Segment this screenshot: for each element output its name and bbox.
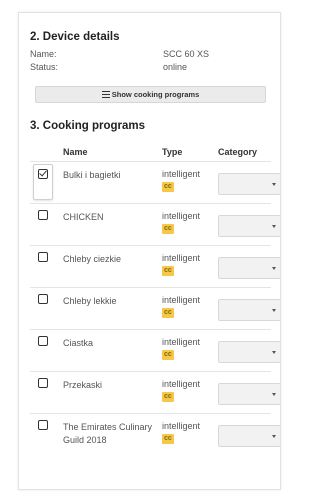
chevron-down-icon — [272, 267, 276, 270]
program-checkbox[interactable] — [33, 248, 53, 284]
program-checkbox[interactable] — [33, 290, 53, 326]
chevron-down-icon — [272, 435, 276, 438]
name-value: SCC 60 XS — [163, 49, 210, 59]
combi-cooking-badge-icon: cc — [162, 266, 174, 276]
status-value: online — [163, 62, 188, 72]
list-icon — [101, 91, 110, 98]
program-type: intelligent cc — [162, 379, 214, 402]
row-divider — [30, 287, 271, 288]
program-type: intelligent cc — [162, 169, 214, 192]
row-divider — [30, 245, 271, 246]
program-name: Chleby lekkie — [63, 296, 117, 306]
category-select[interactable] — [218, 173, 280, 195]
column-header-type: Type — [162, 147, 183, 157]
category-select[interactable] — [218, 383, 280, 405]
program-name: Chleby ciezkie — [63, 254, 122, 264]
combi-cooking-badge-icon: cc — [162, 224, 174, 234]
program-name: Bulki i bagietki — [63, 170, 121, 180]
checkbox-unchecked-icon — [38, 252, 48, 262]
row-divider — [30, 161, 271, 162]
program-type-label: intelligent — [162, 379, 201, 389]
chevron-down-icon — [272, 393, 276, 396]
category-select[interactable] — [218, 257, 280, 279]
category-select[interactable] — [218, 299, 280, 321]
program-name: The Emirates Culinary Guild 2018 — [63, 422, 153, 445]
combi-cooking-badge-icon: cc — [162, 392, 174, 402]
category-select[interactable] — [218, 425, 280, 447]
category-select[interactable] — [218, 341, 280, 363]
program-checkbox[interactable] — [33, 206, 53, 242]
checkbox-checked-icon — [38, 168, 48, 179]
checkbox-unchecked-icon — [38, 210, 48, 220]
status-label: Status: — [30, 62, 59, 72]
program-type-label: intelligent — [162, 169, 201, 179]
program-name: Przekaski — [63, 380, 103, 390]
program-checkbox[interactable] — [33, 332, 53, 368]
row-divider — [30, 413, 271, 414]
column-header-category: Category — [218, 147, 258, 157]
column-header-name: Name — [63, 147, 88, 157]
name-label: Name: — [30, 49, 57, 59]
chevron-down-icon — [272, 225, 276, 228]
cooking-programs-title: 3. Cooking programs — [30, 120, 146, 132]
program-type-label: intelligent — [162, 211, 201, 221]
program-type: intelligent cc — [162, 211, 214, 234]
program-type: intelligent cc — [162, 253, 214, 276]
combi-cooking-badge-icon: cc — [162, 350, 174, 360]
program-type: intelligent cc — [162, 295, 214, 318]
checkbox-unchecked-icon — [38, 336, 48, 346]
program-name: CHICKEN — [63, 212, 104, 222]
chevron-down-icon — [272, 309, 276, 312]
row-divider — [30, 329, 271, 330]
show-cooking-programs-label: Show cooking programs — [111, 90, 200, 99]
combi-cooking-badge-icon: cc — [162, 434, 174, 444]
program-type-label: intelligent — [162, 295, 201, 305]
chevron-down-icon — [272, 183, 276, 186]
checkbox-unchecked-icon — [38, 378, 48, 388]
row-divider — [30, 203, 271, 204]
program-type-label: intelligent — [162, 421, 201, 431]
program-checkbox[interactable] — [33, 416, 53, 452]
combi-cooking-badge-icon: cc — [162, 182, 174, 192]
program-type-label: intelligent — [162, 253, 201, 263]
program-type-label: intelligent — [162, 337, 201, 347]
checkbox-unchecked-icon — [38, 294, 48, 304]
device-panel: 2. Device details Name: SCC 60 XS Status… — [18, 12, 281, 490]
program-type: intelligent cc — [162, 421, 214, 444]
checkbox-unchecked-icon — [38, 420, 48, 430]
combi-cooking-badge-icon: cc — [162, 308, 174, 318]
row-divider — [30, 371, 271, 372]
category-select[interactable] — [218, 215, 280, 237]
chevron-down-icon — [272, 351, 276, 354]
program-type: intelligent cc — [162, 337, 214, 360]
device-details-title: 2. Device details — [30, 31, 120, 43]
program-checkbox[interactable] — [33, 164, 53, 200]
show-cooking-programs-button[interactable]: Show cooking programs — [35, 86, 266, 103]
program-checkbox[interactable] — [33, 374, 53, 410]
program-name: Ciastka — [63, 338, 94, 348]
